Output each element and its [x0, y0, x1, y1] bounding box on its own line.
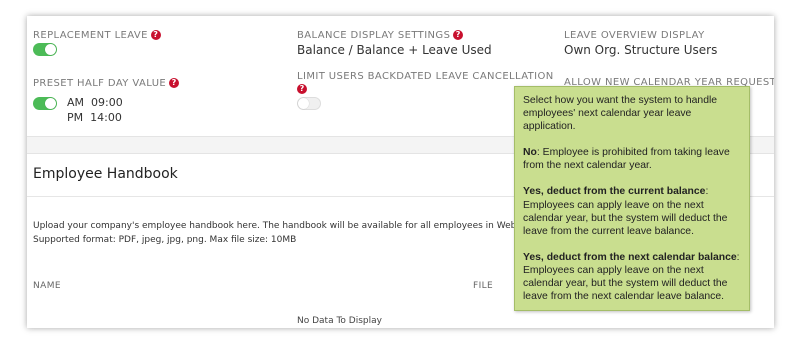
help-icon[interactable]: ?	[453, 30, 464, 40]
handbook-title: Employee Handbook	[33, 166, 178, 182]
replacement-leave-toggle[interactable]	[33, 43, 57, 56]
toggle-knob	[45, 44, 56, 55]
tooltip-option-next: Yes, deduct from the next calendar balan…	[523, 251, 740, 303]
help-icon[interactable]: ?	[297, 84, 307, 94]
column-header-file[interactable]: FILE	[473, 281, 493, 291]
limit-backdated-label: LIMIT USERS BACKDATED LEAVE CANCELLATION	[297, 71, 554, 82]
allow-new-year-tooltip: Select how you want the system to handle…	[514, 86, 750, 311]
preset-half-day-label: PRESET HALF DAY VALUE?	[33, 78, 180, 89]
half-day-am[interactable]: AM 09:00	[67, 96, 123, 109]
toggle-knob	[45, 98, 56, 109]
leave-overview-label: LEAVE OVERVIEW DISPLAY	[564, 30, 705, 41]
replacement-leave-label: REPLACEMENT LEAVE?	[33, 30, 161, 41]
preset-half-day-toggle[interactable]	[33, 97, 57, 110]
tooltip-intro: Select how you want the system to handle…	[523, 95, 718, 133]
limit-backdated-toggle[interactable]	[297, 97, 321, 110]
help-icon[interactable]: ?	[150, 30, 161, 40]
half-day-pm[interactable]: PM 14:00	[67, 111, 122, 124]
leave-overview-value[interactable]: Own Org. Structure Users	[564, 43, 717, 57]
balance-display-value[interactable]: Balance / Balance + Leave Used	[297, 43, 492, 57]
empty-state-text: No Data To Display	[297, 316, 382, 326]
handbook-description: Upload your company's employee handbook …	[33, 221, 524, 245]
tooltip-option-current: Yes, deduct from the current balance: Em…	[523, 186, 728, 237]
toggle-knob	[298, 98, 309, 109]
tooltip-option-no: No: Employee is prohibited from taking l…	[523, 147, 730, 172]
help-icon[interactable]: ?	[169, 78, 180, 88]
column-header-name[interactable]: NAME	[33, 281, 61, 291]
balance-display-label: BALANCE DISPLAY SETTINGS?	[297, 30, 464, 41]
